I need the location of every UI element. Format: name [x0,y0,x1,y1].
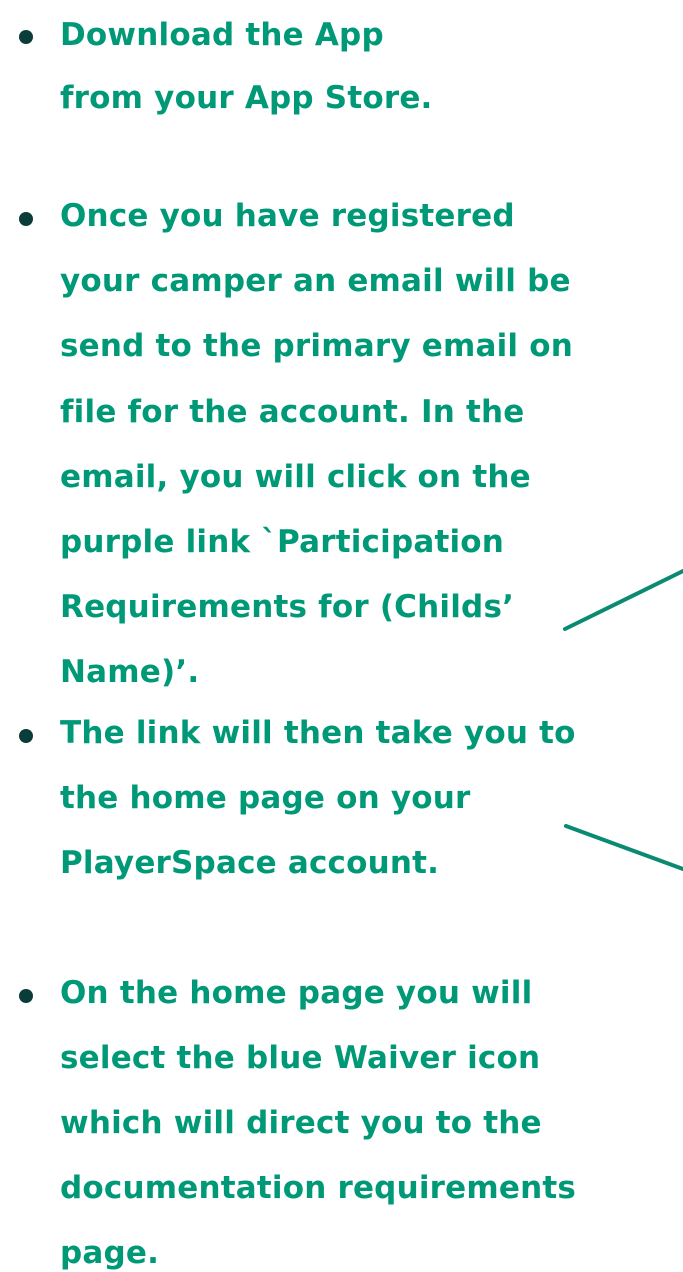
bullet-text-line: Download the App [60,17,384,53]
connector-line [563,569,683,631]
bullet-text-line: select the blue Waiver icon [60,1040,541,1076]
bullet-text-line: email, you will click on the [60,459,531,495]
bullet-dot-icon [19,729,33,743]
bullet-text-line: documentation requirements [60,1170,577,1206]
bullet-dot-icon [19,30,33,44]
bullet-text-line: Once you have registered [60,198,515,234]
bullet-dot-icon [19,989,33,1003]
bullet-text-line: PlayerSpace account. [60,845,440,881]
bullet-text-line: the home page on your [60,780,471,816]
bullet-text-line: page. [60,1235,160,1271]
bullet-text-line: your camper an email will be [60,263,571,299]
connector-line [564,824,683,871]
bullet-text-line: On the home page you will [60,975,533,1011]
bullet-text-line: Requirements for (Childs’ [60,589,515,625]
bullet-text-line: Name)’. [60,654,200,690]
bullet-text-line: from your App Store. [60,80,433,116]
bullet-text-line: The link will then take you to [60,715,576,751]
bullet-text-line: send to the primary email on [60,328,574,364]
bullet-text-line: file for the account. In the [60,394,525,430]
bullet-text-line: which will direct you to the [60,1105,542,1141]
bullet-text-line: purple link `Participation [60,524,505,560]
connector-lines [563,569,683,871]
bullet-dot-icon [19,212,33,226]
